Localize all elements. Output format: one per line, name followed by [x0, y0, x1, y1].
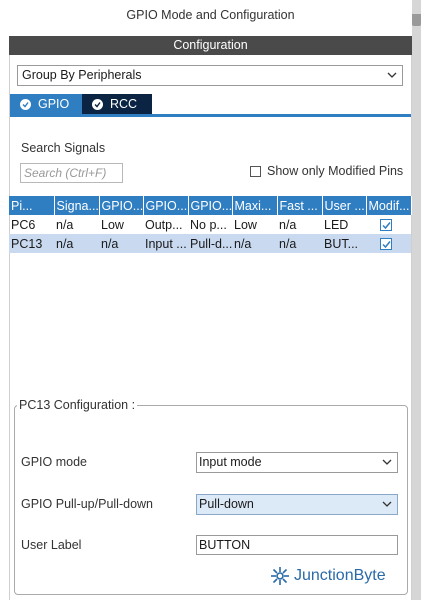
pull-up-down-value: Pull-down: [199, 497, 254, 511]
show-modified-label: Show only Modified Pins: [267, 164, 404, 178]
table-cell: Low: [234, 217, 257, 232]
modified-cell: [366, 234, 411, 253]
tab-gpio[interactable]: GPIO: [10, 94, 82, 114]
table-cell: Input ...: [143, 234, 188, 253]
table-cell: n/a: [54, 234, 99, 253]
signals-table: Pi... Signa... GPIO... GPIO... GPIO... M…: [9, 196, 412, 253]
modified-checkbox[interactable]: [380, 219, 392, 231]
tab-rcc-label: RCC: [110, 97, 138, 111]
table-cell: No p...: [190, 217, 227, 232]
group-by-value: Group By Peripherals: [22, 68, 142, 82]
check-icon: [382, 241, 391, 249]
column-header[interactable]: Modif...: [366, 196, 412, 215]
group-by-select[interactable]: Group By Peripherals: [17, 65, 403, 86]
table-cell: PC13: [9, 234, 54, 253]
table-cell: n/a: [232, 234, 277, 253]
check-circle-icon: [92, 98, 103, 110]
table-row[interactable]: PC6 n/a Low Outp... No p... Low n/a LED: [9, 215, 411, 234]
chevron-down-icon: [382, 459, 392, 465]
checkbox-box[interactable]: [250, 165, 261, 177]
chevron-down-icon: [382, 501, 392, 507]
column-header[interactable]: GPIO...: [143, 196, 189, 215]
search-signals-label: Search Signals: [21, 141, 106, 155]
check-icon: [382, 222, 391, 230]
window-title: GPIO Mode and Configuration: [126, 8, 295, 22]
column-header[interactable]: Fast ...: [277, 196, 323, 215]
tab-underline: [10, 114, 411, 117]
gpio-mode-select[interactable]: Input mode: [196, 452, 398, 473]
junctionbyte-logo-icon: [271, 567, 289, 585]
column-header[interactable]: User ...: [322, 196, 367, 215]
brand-name: JunctionByte: [294, 567, 386, 584]
table-cell: n/a: [279, 217, 297, 232]
check-circle-icon: [20, 98, 31, 110]
modified-cell: [366, 215, 411, 234]
column-header[interactable]: Pi...: [9, 196, 55, 215]
scrollbar-thumb[interactable]: [412, 14, 421, 26]
table-cell: Low: [101, 217, 124, 232]
scrollbar[interactable]: [412, 0, 421, 600]
table-cell: Pull-d...: [188, 234, 232, 253]
pull-up-down-select[interactable]: Pull-down: [196, 494, 398, 515]
table-cell: n/a: [99, 234, 143, 253]
gpio-mode-label: GPIO mode: [21, 455, 87, 469]
tab-rcc[interactable]: RCC: [82, 94, 152, 114]
column-header[interactable]: GPIO...: [99, 196, 144, 215]
chevron-down-icon: [387, 72, 397, 78]
peripheral-tabs: GPIO RCC: [10, 94, 152, 114]
gpio-mode-value: Input mode: [199, 455, 262, 469]
column-header[interactable]: Signa...: [54, 196, 100, 215]
search-input[interactable]: Search (Ctrl+F): [20, 163, 123, 183]
table-cell: Outp...: [145, 217, 183, 232]
tab-gpio-label: GPIO: [38, 97, 70, 111]
brand-watermark: JunctionByte: [270, 566, 386, 586]
show-modified-checkbox[interactable]: Show only Modified Pins: [250, 164, 403, 178]
table-cell: n/a: [56, 217, 74, 232]
pull-up-down-label: GPIO Pull-up/Pull-down: [21, 497, 154, 511]
table-header-row: Pi... Signa... GPIO... GPIO... GPIO... M…: [9, 196, 412, 215]
pc13-configuration-legend: PC13 Configuration :: [17, 398, 138, 412]
table-cell: BUT...: [322, 234, 366, 253]
table-cell: LED: [324, 217, 349, 232]
table-row-selected[interactable]: PC13 n/a n/a Input ... Pull-d... n/a n/a…: [9, 234, 411, 253]
configuration-header: Configuration: [9, 36, 412, 55]
user-label-label: User Label: [21, 538, 82, 552]
table-cell: n/a: [277, 234, 322, 253]
table-cell: PC6: [11, 217, 36, 232]
column-header[interactable]: Maxi...: [232, 196, 278, 215]
user-label-input[interactable]: BUTTON: [196, 535, 398, 555]
modified-checkbox[interactable]: [380, 238, 392, 250]
column-header[interactable]: GPIO...: [188, 196, 233, 215]
